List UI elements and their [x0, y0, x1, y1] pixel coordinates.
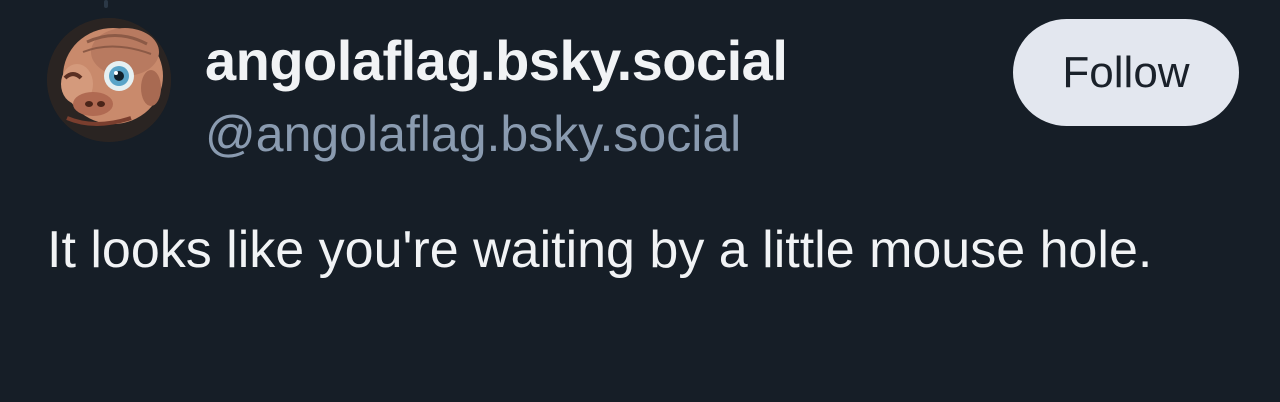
post-card: angolaflag.bsky.social @angolaflag.bsky.…	[0, 0, 1280, 402]
avatar-caricature-face-icon	[47, 18, 171, 142]
display-name[interactable]: angolaflag.bsky.social	[205, 28, 788, 94]
author-handle[interactable]: @angolaflag.bsky.social	[205, 104, 741, 164]
follow-button[interactable]: Follow	[1013, 19, 1239, 126]
thread-line	[104, 0, 108, 8]
post-text: It looks like you're waiting by a little…	[47, 221, 1153, 279]
avatar[interactable]	[47, 18, 171, 142]
